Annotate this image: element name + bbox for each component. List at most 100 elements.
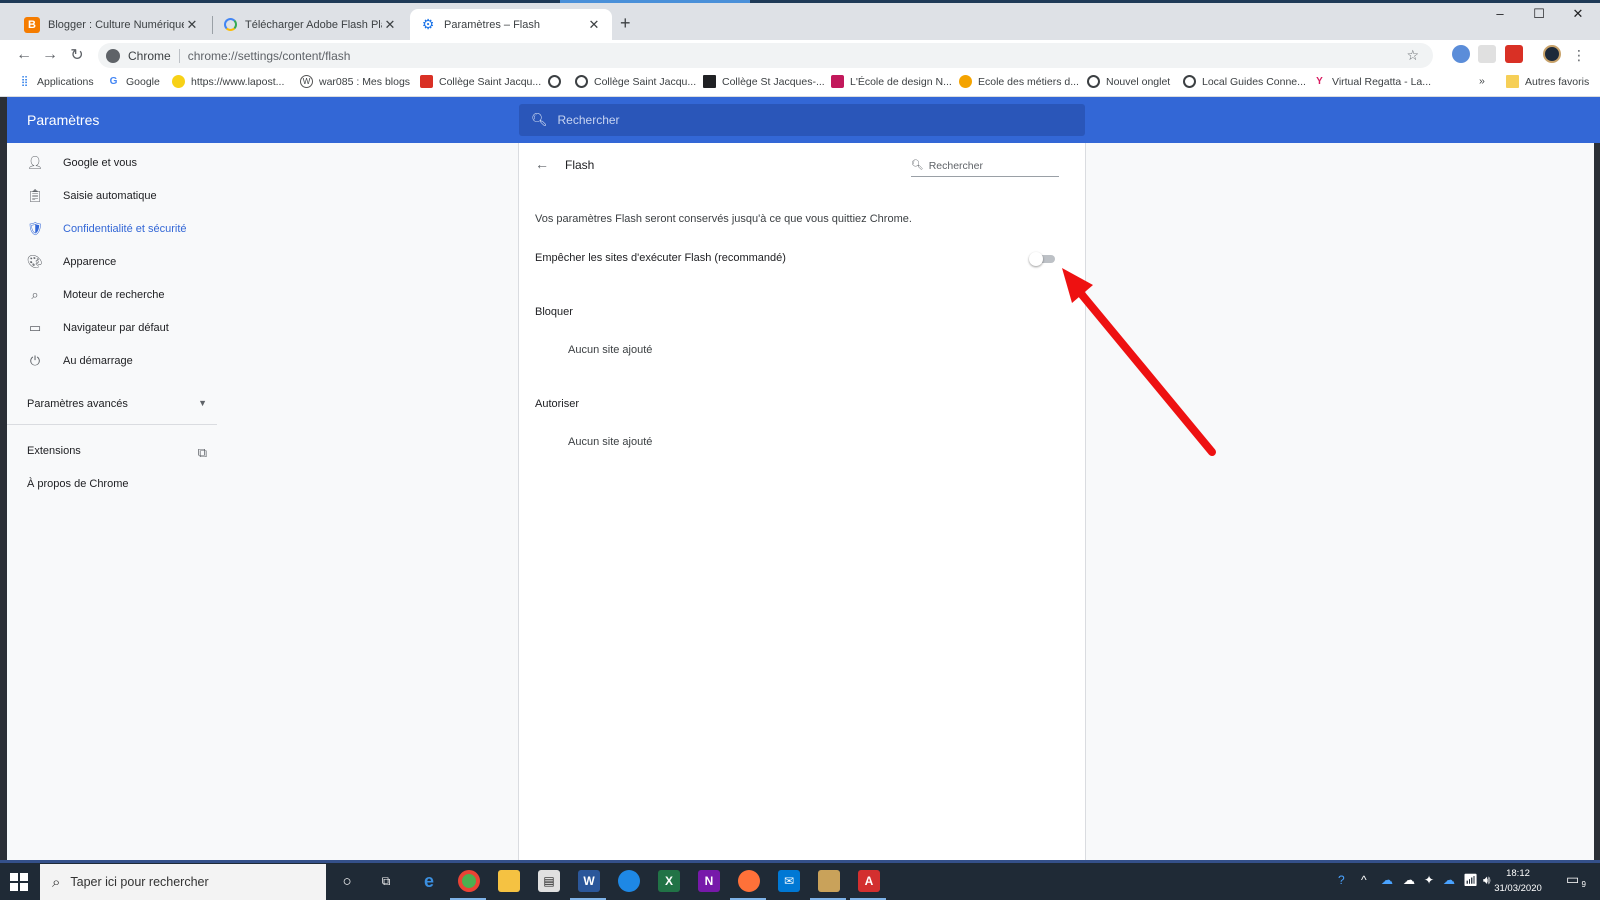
bookmark-college-2[interactable]: Collège Saint Jacqu... (575, 75, 696, 88)
close-tab-icon[interactable]: ✕ (184, 17, 200, 33)
tab-flash-download[interactable]: Télécharger Adobe Flash Player ✕ (214, 9, 408, 40)
bookmark-globe[interactable] (548, 75, 567, 88)
close-window-button[interactable]: ✕ (1558, 6, 1598, 22)
flash-note: Vos paramètres Flash seront conservés ju… (535, 213, 912, 225)
block-empty-text: Aucun site ajouté (568, 344, 653, 356)
cortana-icon[interactable]: ○ (336, 870, 358, 892)
laposte-icon (172, 75, 185, 88)
sidebar-advanced-toggle[interactable]: Paramètres avancés ▼ (27, 398, 207, 410)
notification-icon[interactable]: ▭ 9 (1566, 871, 1586, 889)
sidebar-item-default-browser[interactable]: ▭ Navigateur par défaut (7, 311, 217, 344)
excel-icon[interactable]: X (658, 870, 680, 892)
subpage-title: Flash (565, 158, 595, 172)
omnibox-url[interactable]: chrome://settings/content/flash (188, 49, 351, 63)
settings-search[interactable]: 🔍︎ (519, 104, 1085, 136)
windows-start-icon[interactable] (10, 873, 28, 891)
new-tab-button[interactable]: + (620, 14, 631, 32)
browser-toolbar: ← → ↻ Chrome chrome://settings/content/f… (0, 40, 1600, 70)
bookmark-college-1[interactable]: Collège Saint Jacqu... (420, 75, 541, 88)
bookmark-google[interactable]: G Google (107, 75, 160, 88)
cloud-icon[interactable]: ☁ (1403, 873, 1415, 887)
edge-icon[interactable]: e (418, 870, 440, 892)
extension-star-icon[interactable] (1452, 45, 1470, 63)
taskbar-search[interactable]: ⌕ (40, 864, 326, 900)
block-flash-toggle[interactable] (1029, 252, 1057, 266)
power-icon: ⏻ (29, 352, 41, 368)
firefox-icon[interactable] (738, 870, 760, 892)
extension-red-icon[interactable] (1505, 45, 1523, 63)
bookmark-ecole-design[interactable]: L'École de design N... (831, 75, 952, 88)
reload-button[interactable]: ↻ (67, 45, 87, 65)
sidebar-item-startup[interactable]: ⏻ Au démarrage (7, 344, 217, 377)
chrome-logo-icon (106, 48, 120, 63)
globe-icon (548, 75, 561, 88)
sidebar-item-about[interactable]: À propos de Chrome (27, 478, 207, 490)
subpage-search[interactable]: 🔍︎ (911, 155, 1059, 177)
page-title: Paramètres (27, 112, 100, 128)
globe-icon (1087, 75, 1100, 88)
system-clock[interactable]: 18:12 31/03/2020 (1486, 866, 1550, 896)
photos-icon[interactable] (818, 870, 840, 892)
acrobat-icon[interactable]: A (858, 870, 880, 892)
maximize-button[interactable]: ☐ (1519, 6, 1559, 22)
bookmark-nouvel-onglet[interactable]: Nouvel onglet (1087, 75, 1170, 88)
bookmark-war085[interactable]: Wwar085 : Mes blogs (300, 75, 410, 88)
wifi-icon[interactable]: 📶︎ (1463, 873, 1478, 887)
word-icon[interactable]: W (578, 870, 600, 892)
back-arrow-icon[interactable]: ← (535, 156, 549, 172)
chevron-up-icon[interactable]: ^ (1361, 873, 1367, 887)
avatar[interactable] (1543, 45, 1561, 63)
minimize-button[interactable]: – (1480, 6, 1520, 21)
tab-settings-flash[interactable]: ⚙ Paramètres – Flash ✕ (410, 9, 612, 40)
windows-taskbar: ⌕ ○ ⧉ e ▤ W X N ✉ A ? ^ ☁ ☁ ✦ ☁ 📶︎ 🔊︎ 18… (0, 860, 1600, 900)
subpage-search-input[interactable] (928, 159, 1049, 172)
close-tab-icon[interactable]: ✕ (382, 17, 398, 33)
search-icon: 🔍︎ (911, 160, 924, 171)
store-icon[interactable]: ▤ (538, 870, 560, 892)
block-section-title: Bloquer (535, 306, 573, 318)
taskbar-search-input[interactable] (70, 875, 311, 889)
sync-icon[interactable]: ☁ (1443, 873, 1455, 887)
sidebar-item-search-engine[interactable]: ⌕ Moteur de recherche (7, 278, 217, 311)
tab-blogger[interactable]: B Blogger : Culture Numérique - To ✕ (14, 9, 210, 40)
onedrive-icon[interactable]: ☁ (1381, 873, 1393, 887)
task-view-icon[interactable]: ⧉ (375, 870, 397, 892)
search-icon: ⌕ (31, 286, 39, 302)
sidebar-item-google[interactable]: 👤︎ Google et vous (7, 146, 217, 179)
close-tab-icon[interactable]: ✕ (586, 17, 602, 33)
bookmark-college-st[interactable]: Collège St Jacques-... (703, 75, 825, 88)
help-icon[interactable]: ? (1338, 873, 1345, 887)
sidebar-item-privacy[interactable]: 🛡︎ Confidentialité et sécurité (7, 212, 217, 245)
bookmark-applications[interactable]: ⣿ Applications (18, 75, 94, 88)
block-flash-label: Empêcher les sites d'exécuter Flash (rec… (535, 252, 786, 264)
sidebar-item-autofill[interactable]: 📋︎ Saisie automatique (7, 179, 217, 212)
dropbox-icon[interactable]: ✦ (1424, 873, 1434, 887)
bookmark-star-icon[interactable]: ☆ (1406, 47, 1419, 64)
forward-button[interactable]: → (40, 45, 60, 65)
menu-kebab-icon[interactable]: ⋮ (1569, 45, 1589, 65)
tab-strip: B Blogger : Culture Numérique - To ✕ Tél… (0, 0, 1600, 40)
chrome-icon[interactable] (458, 870, 480, 892)
bookmark-local-guides[interactable]: Local Guides Conne... (1183, 75, 1306, 88)
bookmarks-overflow-button[interactable]: » (1479, 75, 1485, 87)
bookmark-other-favorites[interactable]: Autres favoris (1506, 75, 1589, 88)
wordpress-icon: W (300, 75, 313, 88)
app-blue-icon[interactable] (618, 870, 640, 892)
window-frame-left (0, 97, 7, 860)
bookmark-ecole-metiers[interactable]: Ecole des métiers d... (959, 75, 1079, 88)
sidebar-item-appearance[interactable]: 🎨︎ Apparence (7, 245, 217, 278)
bookmark-virtual-regatta[interactable]: Y Virtual Regatta - La... (1313, 75, 1431, 88)
search-icon: ⌕ (52, 873, 61, 891)
back-button[interactable]: ← (14, 45, 34, 65)
sidebar-item-extensions[interactable]: Extensions ⧉ (27, 445, 207, 461)
mail-icon[interactable]: ✉ (778, 870, 800, 892)
extension-shield-icon[interactable] (1478, 45, 1496, 63)
address-bar[interactable]: Chrome chrome://settings/content/flash ☆ (98, 43, 1433, 68)
file-explorer-icon[interactable] (498, 870, 520, 892)
settings-search-input[interactable] (557, 113, 1058, 127)
onenote-icon[interactable]: N (698, 870, 720, 892)
bookmark-red-icon (831, 75, 844, 88)
blogger-icon: B (24, 16, 40, 33)
bookmark-laposte[interactable]: https://www.lapost... (172, 75, 284, 88)
google-icon (224, 18, 237, 31)
